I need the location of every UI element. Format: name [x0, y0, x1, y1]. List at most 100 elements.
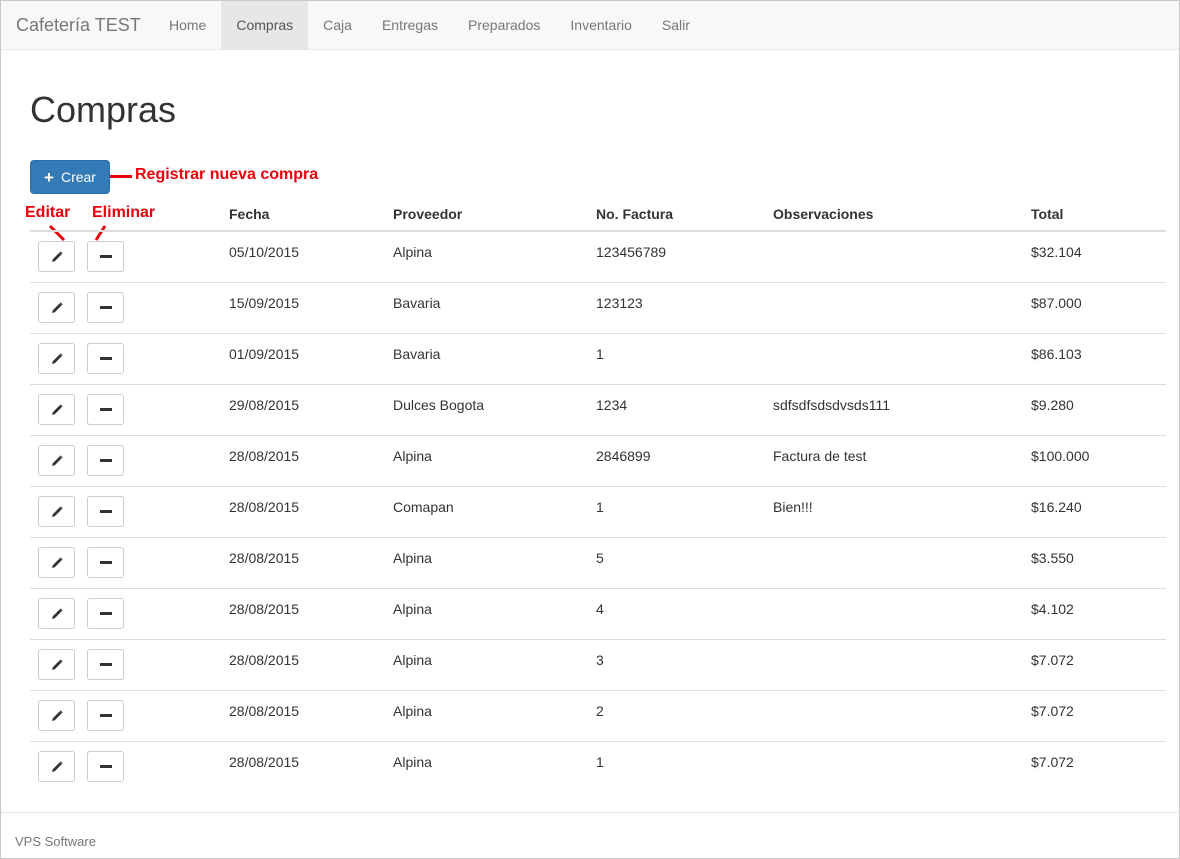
cell-fecha: 01/09/2015	[229, 333, 393, 385]
cell-fecha: 28/08/2015	[229, 588, 393, 640]
delete-button[interactable]	[87, 394, 124, 425]
delete-button[interactable]	[87, 547, 124, 578]
row-actions	[30, 588, 229, 640]
cell-observaciones	[773, 537, 1031, 589]
annotation-line-create	[110, 175, 132, 178]
table-row: 28/08/2015 Alpina 2846899 Factura de test $1…	[30, 435, 1166, 487]
nav-item-caja[interactable]: Caja	[308, 1, 367, 50]
edit-button[interactable]	[38, 496, 75, 527]
edit-button[interactable]	[38, 649, 75, 680]
row-actions	[30, 282, 229, 334]
cell-proveedor: Dulces Bogota	[393, 384, 596, 436]
cell-total: $7.072	[1031, 690, 1166, 742]
row-actions	[30, 384, 229, 436]
cell-observaciones	[773, 639, 1031, 691]
brand[interactable]: Cafetería TEST	[16, 1, 141, 50]
cell-total: $7.072	[1031, 741, 1166, 793]
nav-item-entregas[interactable]: Entregas	[367, 1, 453, 50]
header-factura: No. Factura	[596, 197, 773, 232]
cell-fecha: 28/08/2015	[229, 741, 393, 793]
edit-button[interactable]	[38, 700, 75, 731]
table-row: 28/08/2015 Alpina 5 $3.550	[30, 537, 1166, 589]
edit-button[interactable]	[38, 292, 75, 323]
header-fecha: Fecha	[229, 197, 393, 232]
minus-icon	[99, 306, 112, 309]
table-row: 15/09/2015 Bavaria 123123 $87.000	[30, 282, 1166, 334]
delete-button[interactable]	[87, 445, 124, 476]
row-actions	[30, 486, 229, 538]
edit-button[interactable]	[38, 241, 75, 272]
cell-fecha: 28/08/2015	[229, 639, 393, 691]
table-row: 29/08/2015 Dulces Bogota 1234 sdfsdfsdsdvsd…	[30, 384, 1166, 436]
header-observaciones: Observaciones	[773, 197, 1031, 232]
nav-item-salir[interactable]: Salir	[647, 1, 705, 50]
nav-item-inventario[interactable]: Inventario	[555, 1, 646, 50]
delete-button[interactable]	[87, 700, 124, 731]
delete-button[interactable]	[87, 343, 124, 374]
cell-observaciones: Factura de test	[773, 435, 1031, 487]
edit-button[interactable]	[38, 343, 75, 374]
plus-icon: +	[44, 167, 54, 187]
cell-factura: 2846899	[596, 435, 773, 487]
pencil-icon	[51, 709, 63, 722]
cell-total: $32.104	[1031, 244, 1082, 260]
nav-item-compras[interactable]: Compras	[221, 1, 309, 50]
delete-button[interactable]	[87, 241, 124, 272]
cell-observaciones	[773, 690, 1031, 742]
table-row: 01/09/2015 Bavaria 1 $86.103	[30, 333, 1166, 385]
cell-total: $87.000	[1031, 282, 1166, 334]
cell-proveedor: Alpina	[393, 244, 432, 260]
cell-observaciones	[773, 282, 1031, 334]
nav-item-home[interactable]: Home	[154, 1, 221, 50]
row-actions	[30, 639, 229, 691]
cell-proveedor: Bavaria	[393, 333, 596, 385]
edit-button[interactable]	[38, 445, 75, 476]
cell-proveedor: Bavaria	[393, 282, 596, 334]
cell-proveedor: Alpina	[393, 639, 596, 691]
cell-proveedor: Alpina	[393, 690, 596, 742]
table-row: 28/08/2015 Alpina 4 $4.102	[30, 588, 1166, 640]
cell-factura: 123456789	[596, 244, 667, 260]
nav-item-preparados[interactable]: Preparados	[453, 1, 555, 50]
minus-icon	[99, 663, 112, 666]
row-actions	[30, 690, 229, 742]
purchases-table: Fecha Proveedor No. Factura Observacione…	[30, 197, 1166, 793]
table-row: 28/08/2015 Alpina 2 $7.072	[30, 690, 1166, 742]
table-row: 05/10/2015 Alpina 123456789 $32.104	[30, 231, 1166, 283]
header-proveedor: Proveedor	[393, 197, 596, 232]
edit-button[interactable]	[38, 598, 75, 629]
create-button[interactable]: + Crear	[30, 160, 110, 194]
cell-fecha: 05/10/2015	[229, 244, 300, 260]
header-total: Total	[1031, 197, 1166, 232]
footer-divider	[1, 812, 1179, 813]
pencil-icon	[51, 505, 63, 518]
delete-button[interactable]	[87, 496, 124, 527]
cell-fecha: 28/08/2015	[229, 486, 393, 538]
delete-button[interactable]	[87, 751, 124, 782]
cell-factura: 1	[596, 333, 773, 385]
minus-icon	[99, 459, 112, 462]
delete-button[interactable]	[87, 598, 124, 629]
minus-icon	[99, 408, 112, 411]
row-actions	[30, 435, 229, 487]
delete-button[interactable]	[87, 649, 124, 680]
create-button-label: Crear	[60, 169, 96, 185]
pencil-icon	[51, 352, 63, 365]
cell-total: $16.240	[1031, 486, 1166, 538]
cell-factura: 4	[596, 588, 773, 640]
cell-fecha: 28/08/2015	[229, 435, 393, 487]
minus-icon	[99, 357, 112, 360]
edit-button[interactable]	[38, 547, 75, 578]
cell-factura: 1	[596, 486, 773, 538]
cell-proveedor: Alpina	[393, 588, 596, 640]
cell-fecha: 29/08/2015	[229, 384, 393, 436]
pencil-icon	[51, 403, 63, 416]
minus-icon	[99, 255, 112, 258]
edit-button[interactable]	[38, 394, 75, 425]
delete-button[interactable]	[87, 292, 124, 323]
minus-icon	[99, 765, 112, 768]
minus-icon	[99, 510, 112, 513]
edit-button[interactable]	[38, 751, 75, 782]
table-row: 28/08/2015 Alpina 3 $7.072	[30, 639, 1166, 691]
pencil-icon	[51, 658, 63, 671]
